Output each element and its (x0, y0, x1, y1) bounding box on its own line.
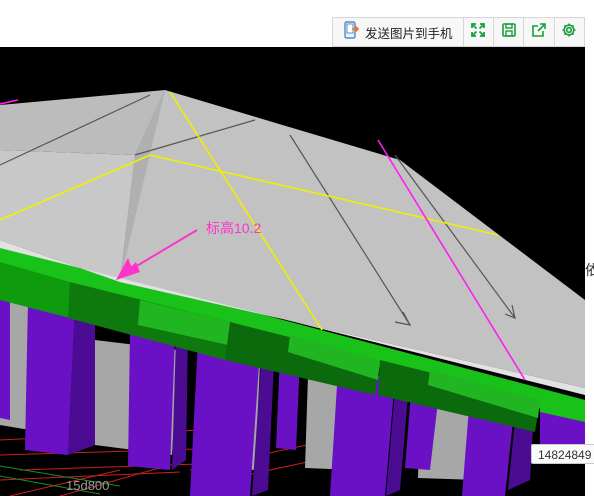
settings-button[interactable] (555, 18, 584, 46)
send-to-phone-label: 发送图片到手机 (365, 26, 453, 41)
viewer-toolbar: 发送图片到手机 (332, 17, 585, 47)
bottom-dimension-label: 15d800 (66, 478, 109, 493)
share-icon (531, 22, 547, 43)
fullscreen-icon (470, 22, 486, 43)
save-icon (501, 22, 517, 43)
phone-send-icon (343, 20, 360, 44)
save-button[interactable] (494, 18, 525, 46)
model-3d-view: 标高10.2 15d800 (0, 47, 585, 496)
fullscreen-button[interactable] (464, 18, 494, 46)
send-to-phone-button[interactable]: 发送图片到手机 (333, 18, 464, 46)
elevation-annotation-label: 标高10.2 (206, 220, 261, 236)
share-button[interactable] (524, 18, 555, 46)
side-text-fragment: 依 (585, 262, 594, 278)
gear-icon (561, 22, 577, 43)
model-viewport[interactable]: 标高10.2 15d800 (0, 47, 585, 496)
coordinate-tooltip: 14824849 (531, 444, 594, 464)
